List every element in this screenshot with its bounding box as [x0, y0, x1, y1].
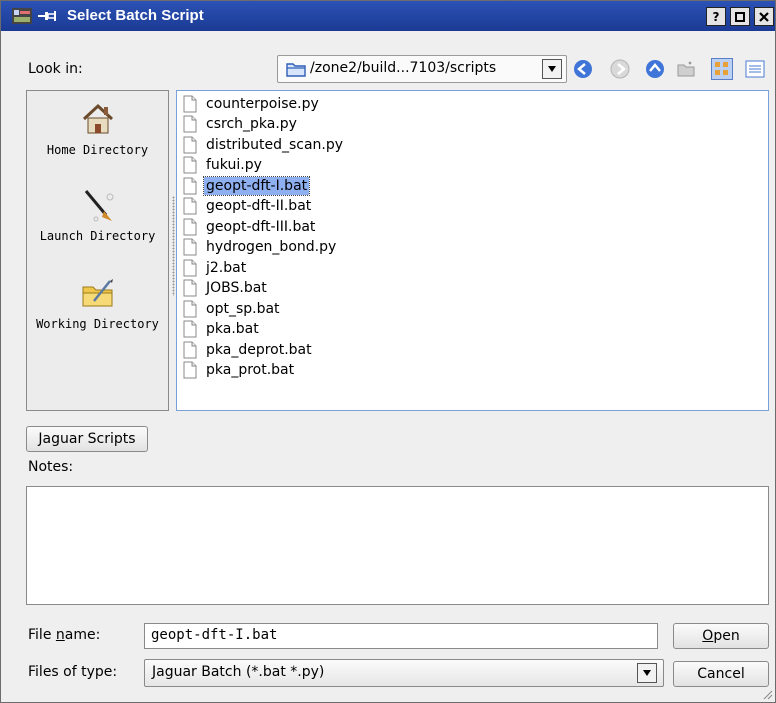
file-name: fukui.py [206, 157, 262, 173]
file-icon [183, 300, 197, 317]
file-icon [183, 279, 197, 297]
file-icon [183, 136, 197, 153]
working-directory-icon [82, 279, 113, 307]
file-name: geopt-dft-I.bat [202, 175, 311, 196]
help-button[interactable]: ? [706, 7, 726, 26]
chevron-down-icon [548, 66, 556, 72]
file-list-item[interactable]: geopt-dft-III.bat [183, 217, 317, 236]
file-icon [183, 259, 197, 276]
file-icon [183, 238, 197, 256]
file-list-item[interactable]: JOBS.bat [183, 279, 269, 298]
file-name: geopt-dft-III.bat [206, 218, 316, 235]
file-list-item[interactable]: pka_prot.bat [183, 361, 296, 380]
file-icon [183, 320, 197, 338]
look-in-path: /zone2/build...7103/scripts [310, 60, 497, 76]
file-list[interactable]: counterpoise.py csrch_pka.py distributed_s… [176, 90, 769, 411]
file-icon [183, 115, 197, 133]
forward-icon[interactable] [610, 59, 630, 79]
look-in-combo[interactable]: /zone2/build...7103/scripts [277, 55, 567, 83]
file-name: j2.bat [206, 259, 247, 276]
up-icon[interactable] [645, 59, 665, 79]
close-button[interactable] [754, 7, 774, 26]
open-button-mnemonic: O [702, 628, 714, 644]
open-button[interactable]: Open [673, 623, 769, 649]
sidebar-item-label: Launch Directory [39, 229, 156, 243]
file-icon [183, 156, 197, 174]
file-name: pka_prot.bat [206, 362, 295, 378]
file-dialog-window: Select Batch Script ? Look in: /zone2/bu… [0, 0, 776, 703]
file-list-item[interactable]: fukui.py [183, 156, 264, 175]
file-name: distributed_scan.py [206, 136, 344, 153]
file-list-item[interactable]: opt_sp.bat [183, 299, 282, 318]
back-icon[interactable] [573, 59, 593, 79]
app-icon[interactable] [11, 7, 33, 25]
file-name: geopt-dft-II.bat [206, 198, 312, 214]
sidebar-splitter-handle[interactable] [172, 196, 175, 296]
file-name: JOBS.bat [206, 280, 267, 296]
file-list-item[interactable]: pka_deprot.bat [183, 340, 314, 359]
look-in-label: Look in: [28, 61, 83, 77]
files-of-type-dropdown-arrow[interactable] [637, 663, 657, 683]
file-name-label-mnemonic: n [55, 627, 65, 643]
file-icon [183, 361, 197, 379]
file-icon [183, 218, 197, 235]
file-name: csrch_pka.py [206, 116, 297, 132]
files-of-type-combo[interactable]: Jaguar Batch (*.bat *.py) [144, 659, 664, 687]
file-name-label-suffix: ame: [64, 627, 101, 643]
sidebar-item-label: Home Directory [46, 143, 149, 157]
file-name-label: File name: [28, 627, 100, 643]
look-in-dropdown-arrow[interactable] [542, 59, 562, 79]
file-list-item[interactable]: csrch_pka.py [183, 115, 299, 134]
open-button-label: pen [713, 628, 740, 644]
notes-label: Notes: [28, 459, 74, 475]
file-icon [183, 95, 197, 112]
file-name: counterpoise.py [206, 95, 319, 112]
cancel-button[interactable]: Cancel [673, 661, 769, 687]
file-list-item[interactable]: hydrogen_bond.py [183, 238, 338, 257]
window-title: Select Batch Script [67, 7, 204, 24]
files-of-type-label: Files of type: [28, 664, 118, 680]
file-list-item[interactable]: distributed_scan.py [183, 135, 345, 154]
file-list-item[interactable]: geopt-dft-II.bat [183, 197, 313, 216]
jaguar-scripts-button[interactable]: Jaguar Scripts [26, 426, 148, 452]
sidebar-item-working-directory[interactable]: Working Directory [27, 275, 168, 331]
close-icon [759, 11, 769, 22]
file-name-label-prefix: File [28, 627, 56, 643]
places-sidebar: Home Directory Launch Directory Working … [26, 90, 169, 411]
file-name-input[interactable]: geopt-dft-I.bat [144, 623, 658, 649]
icon-view-icon[interactable] [711, 58, 733, 80]
new-folder-icon[interactable] [676, 59, 696, 79]
sidebar-item-launch-directory[interactable]: Launch Directory [27, 187, 168, 243]
sidebar-item-label: Working Directory [36, 317, 159, 331]
launch-icon [84, 190, 113, 222]
file-list-item[interactable]: pka.bat [183, 320, 261, 339]
file-icon [183, 197, 197, 215]
file-name: opt_sp.bat [206, 300, 280, 317]
sidebar-item-home-directory[interactable]: Home Directory [27, 101, 168, 157]
detail-view-icon[interactable] [745, 59, 765, 79]
folder-icon [286, 63, 306, 77]
file-name: hydrogen_bond.py [206, 239, 337, 255]
notes-textarea[interactable] [26, 486, 769, 605]
file-icon [183, 177, 197, 194]
file-list-item[interactable]: j2.bat [183, 258, 248, 277]
pin-icon[interactable] [37, 9, 57, 23]
title-bar[interactable]: Select Batch Script ? [1, 1, 775, 31]
file-list-item[interactable]: counterpoise.py [183, 94, 321, 113]
chevron-down-icon [643, 670, 651, 676]
file-name: pka.bat [206, 321, 259, 337]
files-of-type-value: Jaguar Batch (*.bat *.py) [152, 664, 325, 680]
file-icon [183, 341, 197, 358]
resize-grip-icon[interactable] [761, 688, 773, 700]
file-list-item[interactable]: geopt-dft-I.bat [183, 175, 311, 196]
maximize-icon [735, 11, 745, 22]
home-icon [82, 103, 113, 134]
file-name: pka_deprot.bat [206, 341, 312, 358]
maximize-button[interactable] [730, 7, 750, 26]
